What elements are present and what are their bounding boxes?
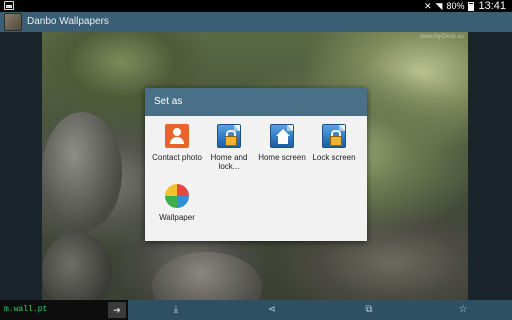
home-lock-icon [217,124,241,148]
home-screen-icon [270,124,294,148]
mute-icon: ✕ [423,0,432,11]
pinwheel-icon [165,184,189,208]
crop-icon[interactable]: ⧉ [363,304,375,316]
url-text[interactable]: m.wall.pt [4,305,47,314]
download-icon[interactable]: ⤓ [170,304,182,316]
side-panel-left [0,32,42,300]
option-home-and-lock[interactable]: Home and lock... [203,124,255,171]
dialog-header: Set as [145,88,367,116]
option-label: Wallpaper [159,213,195,222]
url-box: m.wall.pt ➔ [0,300,128,320]
status-indicators: ✕ ◥ 80% 13:41 [424,0,506,12]
clock: 13:41 [478,0,506,12]
battery-icon [468,1,475,11]
battery-percent: 80% [446,1,465,11]
option-lock-screen[interactable]: Lock screen [308,124,360,162]
option-home-screen[interactable]: Home screen [256,124,308,162]
option-label: Lock screen [312,153,356,162]
option-label: Home and lock... [210,153,248,171]
photo-watermark: www.fiqrDesk.es [419,34,464,40]
option-wallpaper[interactable]: Wallpaper [151,184,203,222]
option-label: Home screen [258,153,306,162]
rock [42,232,112,300]
contact-icon [165,124,189,148]
rock [152,252,262,300]
screenshot-icon [4,1,14,10]
app-icon[interactable] [4,13,22,31]
dialog-title: Set as [154,96,183,107]
rock [42,112,122,232]
go-button[interactable]: ➔ [108,302,126,318]
app-title: Danbo Wallpapers [27,16,109,27]
side-panel-right [468,32,512,300]
set-as-dialog: Set as Contact photo Home and lock... Ho… [145,88,367,241]
share-icon[interactable]: ⋖ [266,304,278,316]
lock-screen-icon [322,124,346,148]
status-bar: ✕ ◥ 80% 13:41 [0,0,512,12]
option-contact-photo[interactable]: Contact photo [151,124,203,162]
star-icon[interactable]: ☆ [457,304,469,316]
option-label: Contact photo [152,153,202,162]
action-bar: Danbo Wallpapers [0,12,512,32]
bottom-toolbar: m.wall.pt ➔ ⤓ ⋖ ⧉ ☆ [0,300,512,320]
wifi-icon: ◥ [435,0,443,11]
